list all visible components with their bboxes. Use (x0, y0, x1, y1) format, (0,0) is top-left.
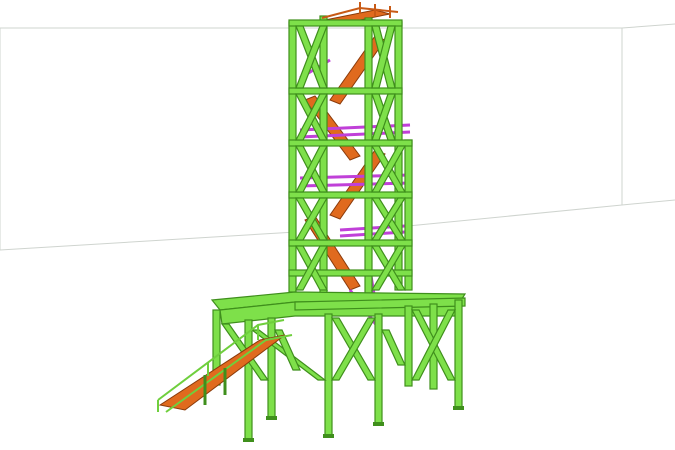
structure-3d-view[interactable] (0, 0, 675, 450)
model-viewport[interactable] (0, 0, 675, 450)
lower-platform (210, 291, 467, 441)
column-bases (243, 406, 464, 442)
